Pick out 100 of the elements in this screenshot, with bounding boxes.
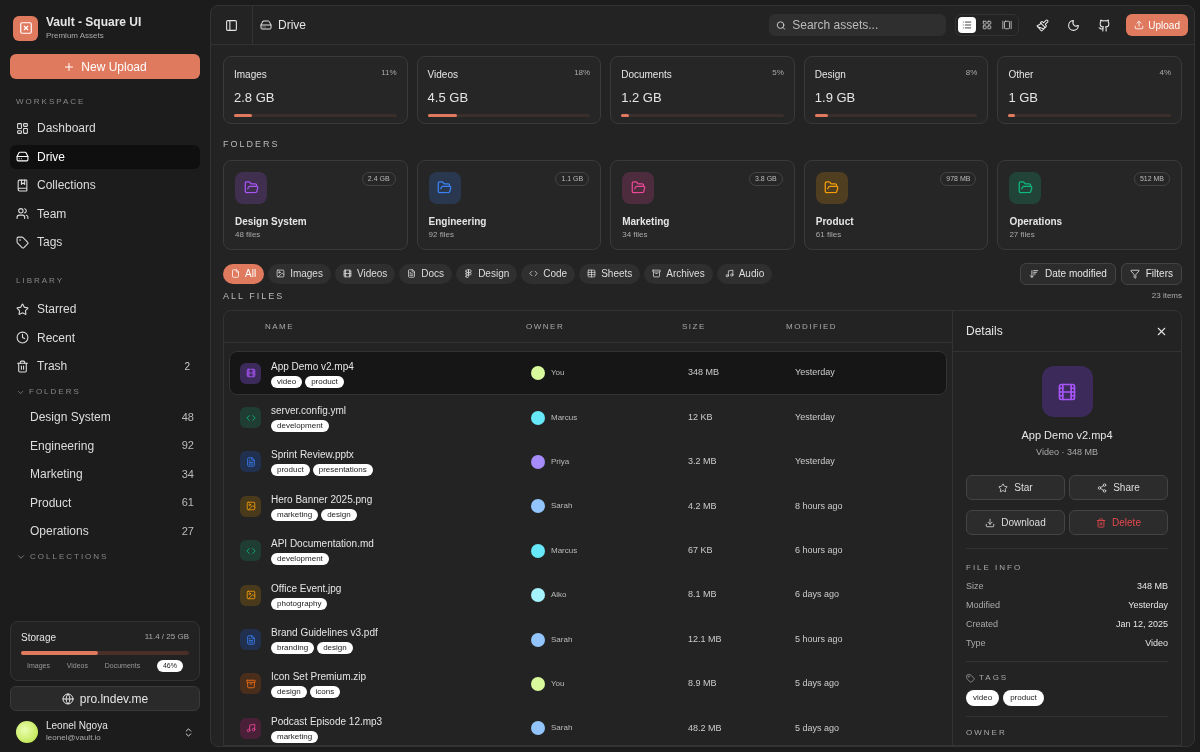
tag-chip: development: [271, 420, 329, 433]
info-value: Video: [1145, 636, 1168, 650]
file-size: 12.1 MB: [688, 632, 723, 646]
info-label: Modified: [966, 598, 1001, 612]
view-toggle[interactable]: [958, 17, 977, 33]
column-header[interactable]: NAME: [224, 320, 526, 333]
filter-chip[interactable]: Videos: [334, 263, 396, 284]
chevron-icon: [16, 552, 26, 562]
document-icon: [407, 269, 417, 278]
folder-name: Operations: [1009, 214, 1064, 229]
nav-item[interactable]: Dashboard: [10, 116, 200, 140]
stat-label: Images: [234, 68, 267, 82]
nav-item[interactable]: Recent: [10, 325, 200, 350]
info-label: Size: [966, 579, 984, 593]
grid-view-icon: [982, 20, 993, 30]
action-button[interactable]: Share: [1069, 475, 1168, 500]
stat-percent: 11%: [381, 67, 397, 79]
sort-button[interactable]: Date modified: [1020, 262, 1116, 285]
tag-chip: marketing: [271, 730, 319, 743]
action-button[interactable]: Download: [966, 510, 1065, 535]
item-count: 61: [181, 495, 194, 511]
column-header[interactable]: MODIFIED: [786, 320, 952, 333]
action-button[interactable]: Star: [966, 475, 1065, 500]
stat-value: 1.2 GB: [621, 89, 663, 107]
filter-chip[interactable]: Design: [456, 263, 518, 284]
search-field[interactable]: Search assets...: [769, 14, 947, 36]
file-row[interactable]: Icon Set Premium.zip design icons You 8.9 MB 5 days ago: [229, 661, 947, 707]
modified-date: Yesterday: [795, 455, 836, 469]
file-row[interactable]: API Documentation.md development Marcus 67 KB 6 hours ago: [229, 528, 947, 573]
file-count: 48 files: [235, 228, 262, 241]
file-name: Brand Guidelines v3.pdf: [271, 626, 378, 641]
tag-icon: [16, 235, 29, 249]
nav-item[interactable]: Team: [10, 201, 200, 226]
filter-chip[interactable]: Docs: [399, 263, 453, 284]
filter-chip[interactable]: Images: [268, 263, 331, 284]
filter-chip[interactable]: Archives: [644, 263, 713, 284]
action-button[interactable]: Delete: [1069, 510, 1168, 535]
tag-chip: product: [271, 464, 310, 477]
file-row[interactable]: Sprint Review.pptx product presentations Priya 3.2 MB Yesterday: [229, 439, 947, 485]
file-row[interactable]: server.config.yml development Marcus 12 KB Yesterday: [229, 395, 947, 440]
folder-nav-item[interactable]: Engineering 92: [10, 433, 200, 458]
file-size: 348 MB: [688, 366, 721, 380]
folder-nav-item[interactable]: Design System 48: [10, 405, 200, 429]
filter-chip[interactable]: Sheets: [579, 263, 641, 284]
column-header[interactable]: SIZE: [682, 320, 786, 333]
folder-nav-item[interactable]: Product 61: [10, 490, 200, 515]
folder-name: Marketing: [622, 214, 671, 229]
owner-name: Aiko: [551, 589, 567, 602]
upload-icon: [1134, 20, 1145, 30]
item-count: 34: [181, 466, 194, 482]
folders-toggle[interactable]: FOLDERS: [10, 386, 200, 398]
app-subtitle: Premium Assets: [46, 30, 105, 42]
file-row[interactable]: Brand Guidelines v3.pdf branding design Sarah 12.1 MB 5 hours ago: [229, 617, 947, 662]
nav-item[interactable]: Tags: [10, 230, 200, 254]
nav-item[interactable]: Trash 2: [10, 354, 200, 378]
file-row[interactable]: Hero Banner 2025.png marketing design Sarah 4.2 MB 8 hours ago: [229, 484, 947, 529]
github-icon[interactable]: [1098, 18, 1112, 32]
owner-name: Sarah: [551, 722, 573, 735]
brush-icon[interactable]: [1036, 18, 1050, 32]
file-row[interactable]: Office Event.jpg photography Aiko 8.1 MB 6 days ago: [229, 572, 947, 618]
info-value: 348 MB: [1136, 579, 1168, 593]
details-title: Details: [966, 323, 1003, 340]
book-icon: [16, 178, 29, 192]
filters-button[interactable]: Filters: [1120, 262, 1182, 285]
column-header[interactable]: OWNER: [526, 320, 682, 333]
folder-name: Engineering: [428, 214, 488, 229]
file-name: Office Event.jpg: [271, 581, 342, 596]
filter-chip[interactable]: Code: [521, 263, 576, 284]
filter-chip[interactable]: Audio: [716, 263, 773, 284]
tag-icon: [966, 673, 975, 683]
tag-chip: design: [321, 508, 357, 521]
section-heading: OWNER: [966, 727, 1008, 739]
breadcrumb[interactable]: Drive: [260, 16, 306, 34]
item-count: 2: [184, 359, 191, 374]
file-row[interactable]: App Demo v2.mp4 video product You 348 MB Yesterday: [229, 351, 947, 396]
file-name: Sprint Review.pptx: [271, 448, 355, 463]
file-count: 27 files: [1009, 228, 1036, 241]
site-link-button[interactable]: pro.lndev.me: [10, 686, 200, 711]
owner-name: You: [551, 677, 565, 690]
collections-toggle[interactable]: COLLECTIONS: [10, 551, 200, 563]
moon-icon[interactable]: [1067, 18, 1081, 32]
expand-icon[interactable]: [183, 726, 194, 738]
search-input[interactable]: Search assets...: [792, 16, 940, 34]
file-row[interactable]: Podcast Episode 12.mp3 marketing Sarah 48.2 MB 5 days ago: [229, 706, 947, 745]
sidebar-toggle-icon[interactable]: [225, 18, 238, 32]
sort-icon: [1029, 268, 1040, 279]
drive-icon: [16, 150, 29, 163]
stat-percent: 8%: [965, 67, 978, 79]
tag-chip: branding: [271, 642, 315, 655]
nav-item[interactable]: Drive: [10, 144, 200, 169]
nav-item[interactable]: Starred: [10, 297, 200, 321]
folder-nav-item[interactable]: Marketing 34: [10, 462, 200, 486]
stat-label: Documents: [621, 68, 672, 82]
modified-date: 6 hours ago: [795, 544, 844, 557]
download-icon: [985, 517, 996, 528]
folder-nav-item[interactable]: Operations 27: [10, 519, 200, 543]
file-size: 3.2 MB: [688, 455, 718, 469]
clock-icon: [16, 331, 29, 344]
modified-date: 8 hours ago: [795, 499, 844, 513]
nav-item[interactable]: Collections: [10, 173, 200, 197]
